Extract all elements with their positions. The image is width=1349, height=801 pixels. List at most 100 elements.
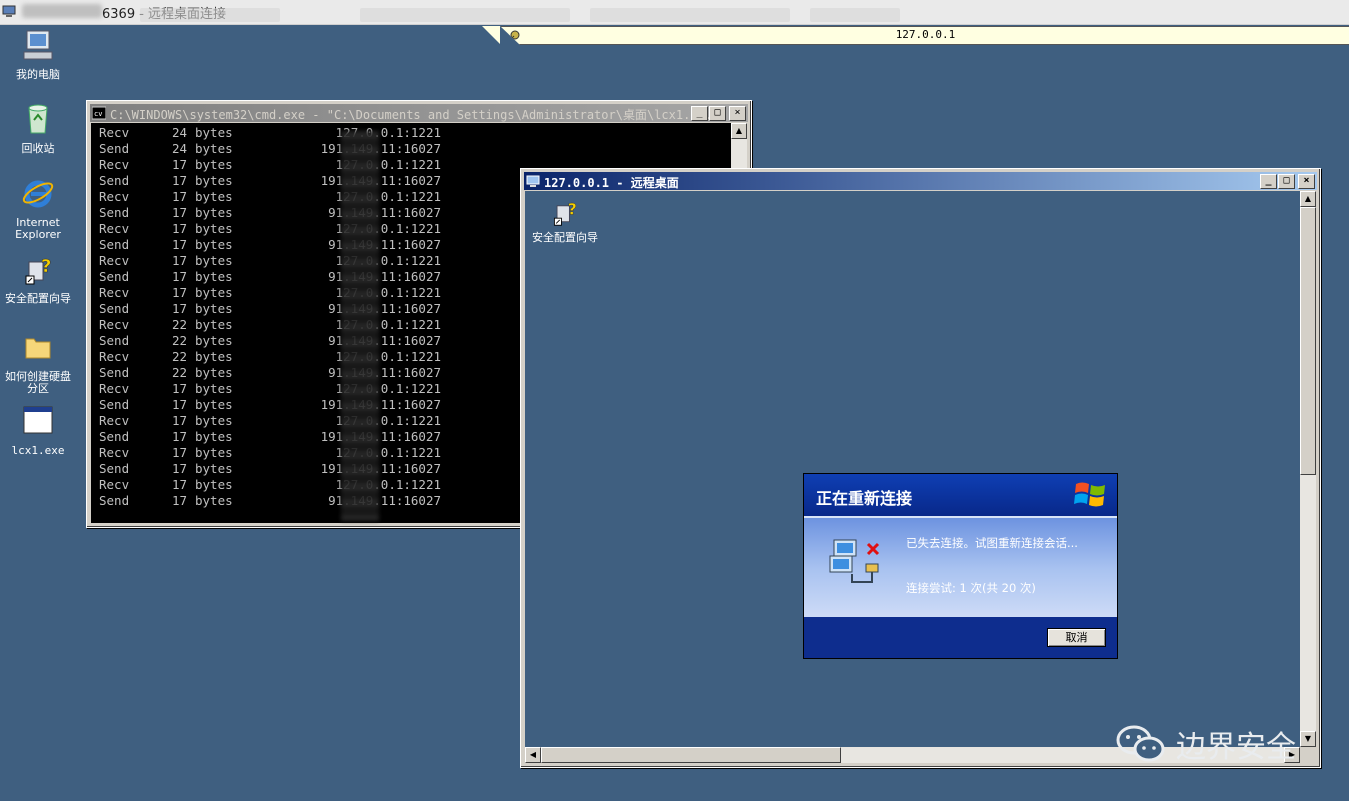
connection-bar-edge: [482, 26, 500, 44]
remote-window-title: 127.0.0.1 - 远程桌面: [544, 176, 679, 190]
console-direction: Recv: [99, 381, 130, 396]
console-byte-count: 17: [171, 397, 187, 412]
desktop-icon-security-wizard[interactable]: ? 安全配置向导: [0, 252, 76, 305]
disconnected-computers-icon: [829, 539, 880, 583]
console-unit: bytes: [195, 317, 233, 332]
close-button[interactable]: ×: [1298, 174, 1315, 189]
console-direction: Send: [99, 173, 130, 188]
dialog-body: 已失去连接。试图重新连接会话... 连接尝试: 1 次(共 20 次): [804, 516, 1117, 619]
console-line: Send 17 bytes 191.149.11:16027: [99, 461, 441, 477]
close-button[interactable]: ×: [729, 106, 746, 121]
console-unit: bytes: [195, 253, 233, 268]
console-byte-count: 22: [171, 333, 187, 348]
scroll-up-button[interactable]: ▲: [1300, 191, 1316, 207]
remote-title-bar[interactable]: 127.0.0.1 - 远程桌面 _ □ ×: [524, 172, 1317, 190]
console-unit: bytes: [195, 237, 233, 252]
console-byte-count: 22: [171, 349, 187, 364]
console-line: Send 17 bytes 191.149.11:16027: [99, 173, 441, 189]
console-direction: Send: [99, 269, 130, 284]
console-direction: Recv: [99, 317, 130, 332]
minimize-button[interactable]: _: [1260, 174, 1277, 189]
cancel-button[interactable]: 取消: [1047, 628, 1106, 647]
console-byte-count: 17: [171, 237, 187, 252]
console-line: Send 17 bytes 191.149.11:16027: [99, 397, 441, 413]
remote-desktop-surface[interactable]: ? 安全配置向导: [525, 191, 1300, 747]
console-line: Recv 17 bytes 127.0.0.1:1221: [99, 253, 441, 269]
console-byte-count: 17: [171, 413, 187, 428]
console-byte-count: 17: [171, 269, 187, 284]
console-unit: bytes: [195, 381, 233, 396]
console-unit: bytes: [195, 333, 233, 348]
console-direction: Recv: [99, 125, 130, 140]
desktop-icon-lcx1-exe[interactable]: lcx1.exe: [0, 404, 76, 457]
console-line: Recv 24 bytes 127.0.0.1:1221: [99, 125, 441, 141]
console-direction: Send: [99, 429, 130, 444]
console-byte-count: 17: [171, 189, 187, 204]
svg-text:?: ?: [568, 200, 577, 219]
console-line: Recv 17 bytes 127.0.0.1:1221: [99, 413, 441, 429]
desktop-icon-folder[interactable]: 如何创建硬盘分区: [0, 330, 76, 395]
console-unit: bytes: [195, 445, 233, 460]
console-unit: bytes: [195, 173, 233, 188]
console-unit: bytes: [195, 269, 233, 284]
desktop-icon-my-computer[interactable]: 我的电脑: [0, 28, 76, 81]
desktop-icon-label: 如何创建硬盘分区: [5, 370, 71, 395]
scroll-down-button[interactable]: ▼: [1300, 731, 1316, 747]
console-unit: bytes: [195, 365, 233, 380]
desktop-icon-internet-explorer[interactable]: Internet Explorer: [0, 176, 76, 241]
console-line: Recv 17 bytes 127.0.0.1:1221: [99, 381, 441, 397]
console-lines: Recv 24 bytes 127.0.0.1:1221 Send 24 bytes 191.…: [99, 125, 441, 509]
console-byte-count: 17: [171, 157, 187, 172]
desktop-icon-recycle-bin[interactable]: 回收站: [0, 102, 76, 155]
desktop-icon-label: Internet Explorer: [15, 216, 61, 241]
watermark: 边界安全: [1116, 722, 1296, 766]
console-unit: bytes: [195, 157, 233, 172]
console-direction: Send: [99, 301, 130, 316]
host-title-bar: 6369 - 远程桌面连接: [0, 0, 1349, 25]
connection-bar[interactable]: 127.0.0.1: [500, 26, 1349, 45]
maximize-button[interactable]: □: [709, 106, 726, 121]
remote-desktop-icon-security-wizard[interactable]: ? 安全配置向导: [525, 197, 605, 244]
background-tab: [590, 8, 790, 22]
console-line: Recv 17 bytes 127.0.0.1:1221: [99, 477, 441, 493]
watermark-text: 边界安全: [1176, 730, 1296, 765]
cmd-title-bar[interactable]: cv C:\WINDOWS\system32\cmd.exe - "C:\Doc…: [90, 104, 748, 122]
security-wizard-icon: ?: [25, 256, 52, 285]
console-line: Recv 17 bytes 127.0.0.1:1221: [99, 445, 441, 461]
remote-desktop-icon: [526, 175, 540, 187]
svg-text:cv: cv: [94, 110, 102, 118]
minimize-button[interactable]: _: [691, 106, 708, 121]
console-byte-count: 17: [171, 221, 187, 236]
console-byte-count: 24: [171, 141, 187, 156]
console-direction: Send: [99, 461, 130, 476]
console-unit: bytes: [195, 285, 233, 300]
scroll-up-button[interactable]: ▲: [731, 123, 747, 139]
scroll-thumb[interactable]: [1300, 207, 1316, 475]
remote-desktop-window[interactable]: 127.0.0.1 - 远程桌面 _ □ × ? 安全配置向导 ▲ ▼ ◀ ▶: [520, 168, 1321, 768]
console-unit: bytes: [195, 301, 233, 316]
dialog-header: 正在重新连接: [804, 474, 1117, 516]
console-byte-count: 17: [171, 445, 187, 460]
console-direction: Recv: [99, 349, 130, 364]
console-unit: bytes: [195, 125, 233, 140]
console-line: Send 17 bytes 91.149.11:16027: [99, 237, 441, 253]
reconnect-dialog[interactable]: 正在重新连接 已失去连接。试图重新连接会话... 连接尝试: 1 次(共 20 …: [803, 473, 1118, 659]
scroll-thumb[interactable]: [541, 747, 841, 763]
security-wizard-icon: ?: [553, 199, 577, 226]
desktop-icon-label: 我的电脑: [16, 68, 60, 81]
console-direction: Send: [99, 205, 130, 220]
console-direction: Recv: [99, 285, 130, 300]
console-byte-count: 17: [171, 429, 187, 444]
console-line: Recv 22 bytes 127.0.0.1:1221: [99, 349, 441, 365]
maximize-button[interactable]: □: [1278, 174, 1295, 189]
scroll-left-button[interactable]: ◀: [525, 747, 541, 763]
console-unit: bytes: [195, 461, 233, 476]
remote-vertical-scrollbar[interactable]: ▲ ▼: [1300, 191, 1316, 747]
svg-text:?: ?: [41, 256, 51, 277]
console-byte-count: 22: [171, 317, 187, 332]
console-direction: Recv: [99, 413, 130, 428]
console-line: Send 17 bytes 91.149.11:16027: [99, 205, 441, 221]
windows-logo-icon: [1074, 482, 1105, 507]
console-unit: bytes: [195, 221, 233, 236]
dialog-footer: 取消: [804, 617, 1117, 658]
